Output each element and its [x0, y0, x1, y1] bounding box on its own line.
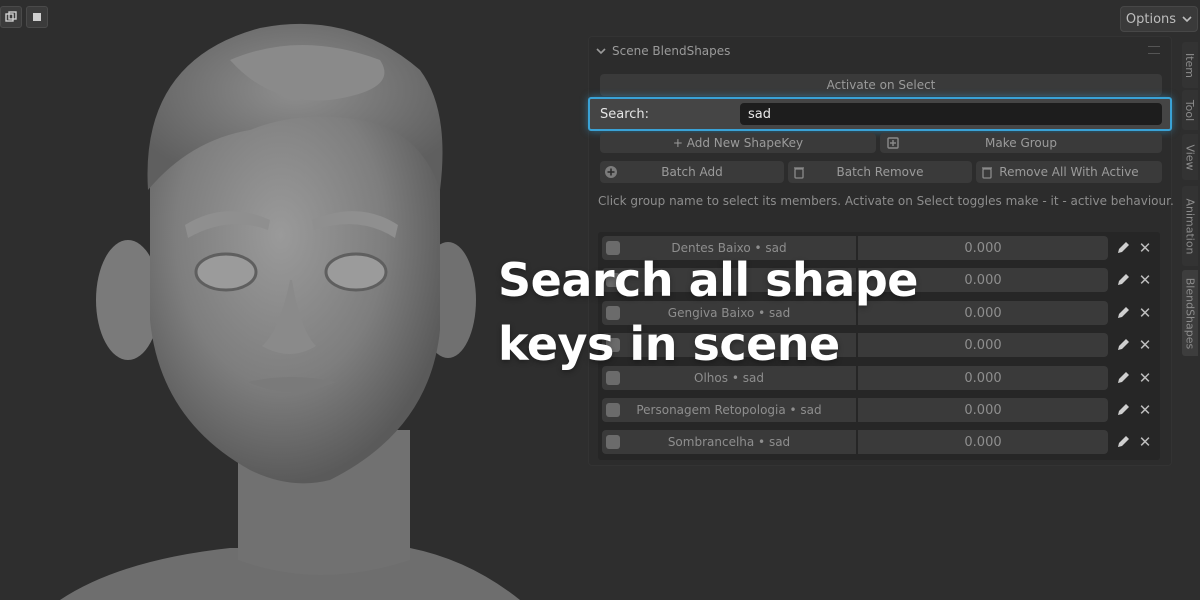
remove-all-with-active-label: Remove All With Active [999, 165, 1139, 179]
make-group-button[interactable]: Make Group [880, 133, 1162, 153]
plus-circle-icon [605, 166, 617, 178]
pencil-icon[interactable] [1114, 304, 1132, 322]
list-item[interactable]: Personagem Retopologia • sad 0.000 ✕ [602, 398, 1158, 422]
search-row: Search: [588, 97, 1172, 131]
close-icon[interactable]: ✕ [1136, 271, 1154, 289]
trash-icon [982, 167, 992, 179]
panel-title: Scene BlendShapes [612, 44, 731, 58]
tab-item[interactable]: Item [1182, 42, 1198, 88]
close-icon[interactable]: ✕ [1136, 304, 1154, 322]
viewport-header-icons [0, 6, 48, 28]
tab-animation[interactable]: Animation [1182, 186, 1198, 266]
headline-line-1: Search all shape [498, 253, 918, 307]
activate-on-select-button[interactable]: Activate on Select [600, 74, 1162, 96]
options-label: Options [1125, 11, 1177, 27]
options-dropdown[interactable]: Options [1120, 6, 1198, 32]
pencil-icon[interactable] [1114, 239, 1132, 257]
batch-add-button[interactable]: Batch Add [600, 161, 784, 183]
help-text: Click group name to select its members. … [598, 194, 1174, 208]
drag-handle-icon[interactable] [1148, 46, 1160, 54]
search-input[interactable] [740, 103, 1162, 125]
overlay-icon[interactable] [0, 6, 22, 28]
close-icon[interactable]: ✕ [1136, 433, 1154, 451]
batch-remove-button[interactable]: Batch Remove [788, 161, 972, 183]
tab-tool[interactable]: Tool [1182, 90, 1198, 130]
search-label: Search: [600, 107, 650, 122]
close-icon[interactable]: ✕ [1136, 401, 1154, 419]
list-item[interactable]: Sombrancelha • sad 0.000 ✕ [602, 430, 1158, 454]
3d-viewport[interactable]: Options Scene BlendShapes Activate on Se… [0, 0, 1200, 600]
shapekey-name[interactable]: Personagem Retopologia • sad [602, 398, 856, 422]
collapse-chevron-icon[interactable] [596, 47, 606, 55]
shapekey-name[interactable]: Sombrancelha • sad [602, 430, 856, 454]
tab-blendshapes[interactable]: BlendShapes [1182, 270, 1198, 356]
remove-all-with-active-button[interactable]: Remove All With Active [976, 161, 1162, 183]
select-checkbox[interactable] [606, 435, 620, 449]
select-checkbox[interactable] [606, 403, 620, 417]
add-new-shapekey-label: + Add New ShapeKey [672, 136, 804, 150]
group-icon [887, 137, 899, 149]
pencil-icon[interactable] [1114, 336, 1132, 354]
chevron-down-icon [1182, 16, 1192, 23]
pencil-icon[interactable] [1114, 401, 1132, 419]
headline-line-2: keys in scene [498, 317, 840, 371]
pencil-icon[interactable] [1114, 271, 1132, 289]
shapekey-value[interactable]: 0.000 [858, 398, 1108, 422]
shapekey-value[interactable]: 0.000 [858, 430, 1108, 454]
tab-view[interactable]: View [1182, 134, 1198, 180]
trash-icon [794, 167, 804, 179]
pencil-icon[interactable] [1114, 369, 1132, 387]
batch-remove-label: Batch Remove [836, 165, 924, 179]
close-icon[interactable]: ✕ [1136, 239, 1154, 257]
activate-on-select-label: Activate on Select [826, 78, 936, 92]
add-new-shapekey-button[interactable]: + Add New ShapeKey [600, 133, 876, 153]
headline: Search all shape keys in scene [498, 248, 938, 376]
make-group-label: Make Group [985, 136, 1057, 150]
pencil-icon[interactable] [1114, 433, 1132, 451]
close-icon[interactable]: ✕ [1136, 336, 1154, 354]
batch-add-label: Batch Add [661, 165, 723, 179]
shading-icon[interactable] [26, 6, 48, 28]
close-icon[interactable]: ✕ [1136, 369, 1154, 387]
panel-header[interactable]: Scene BlendShapes [596, 42, 730, 60]
